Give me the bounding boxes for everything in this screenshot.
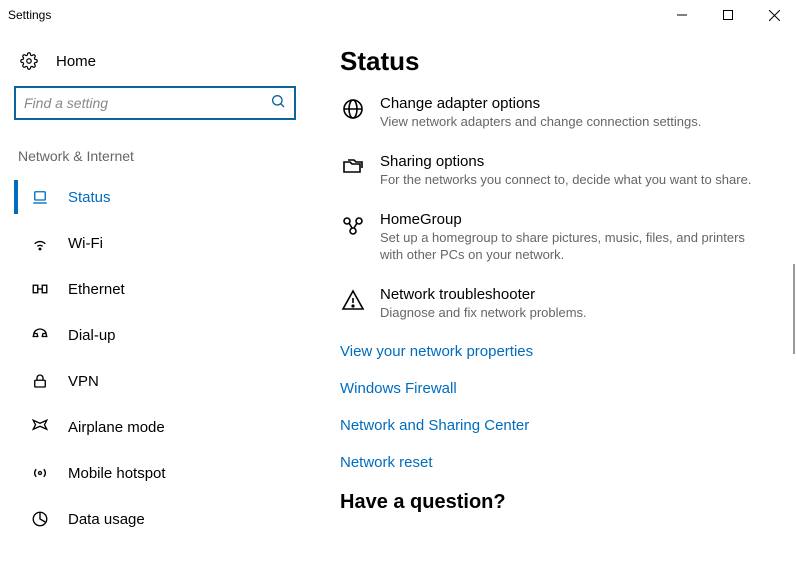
sidebar-item-label: Airplane mode	[68, 419, 165, 436]
gear-icon	[20, 52, 40, 70]
option-troubleshooter[interactable]: Network troubleshooter Diagnose and fix …	[340, 286, 787, 322]
sidebar-item-label: Dial-up	[68, 327, 116, 344]
sidebar-item-hotspot[interactable]: Mobile hotspot	[14, 450, 310, 496]
home-label: Home	[56, 53, 96, 70]
section-header: Network & Internet	[14, 148, 310, 174]
sidebar-item-data-usage[interactable]: Data usage	[14, 496, 310, 542]
window-controls	[659, 0, 797, 30]
folders-icon	[340, 153, 366, 189]
option-title: Network troubleshooter	[380, 286, 587, 303]
option-sharing[interactable]: Sharing options For the networks you con…	[340, 153, 787, 189]
option-change-adapter[interactable]: Change adapter options View network adap…	[340, 95, 787, 131]
option-desc: For the networks you connect to, decide …	[380, 172, 751, 189]
content-pane: Status Change adapter options View netwo…	[310, 30, 797, 561]
option-title: HomeGroup	[380, 211, 760, 228]
link-network-sharing-center[interactable]: Network and Sharing Center	[340, 417, 787, 434]
option-title: Change adapter options	[380, 95, 701, 112]
link-windows-firewall[interactable]: Windows Firewall	[340, 380, 787, 397]
option-title: Sharing options	[380, 153, 751, 170]
sidebar-item-label: Status	[68, 189, 111, 206]
airplane-icon	[30, 418, 50, 436]
link-network-properties[interactable]: View your network properties	[340, 343, 787, 360]
option-desc: View network adapters and change connect…	[380, 114, 701, 131]
search-input[interactable]	[24, 95, 270, 111]
globe-icon	[340, 95, 366, 131]
sidebar-item-wifi[interactable]: Wi-Fi	[14, 220, 310, 266]
dialup-icon	[30, 326, 50, 344]
titlebar: Settings	[0, 0, 797, 30]
ethernet-icon	[30, 280, 50, 298]
have-a-question: Have a question?	[340, 491, 787, 514]
link-network-reset[interactable]: Network reset	[340, 454, 787, 471]
vpn-icon	[30, 372, 50, 390]
sidebar-item-dialup[interactable]: Dial-up	[14, 312, 310, 358]
sidebar-item-ethernet[interactable]: Ethernet	[14, 266, 310, 312]
sidebar-item-vpn[interactable]: VPN	[14, 358, 310, 404]
home-button[interactable]: Home	[14, 46, 310, 86]
option-homegroup[interactable]: HomeGroup Set up a homegroup to share pi…	[340, 211, 787, 264]
nav-list: Status Wi-Fi Ethernet Dial-up	[14, 174, 310, 542]
sidebar-item-label: Wi-Fi	[68, 235, 103, 252]
search-icon	[270, 93, 286, 114]
minimize-button[interactable]	[659, 0, 705, 30]
sidebar-item-label: VPN	[68, 373, 99, 390]
homegroup-icon	[340, 211, 366, 264]
close-button[interactable]	[751, 0, 797, 30]
status-icon	[30, 188, 50, 206]
hotspot-icon	[30, 464, 50, 482]
wifi-icon	[30, 234, 50, 252]
sidebar-item-label: Ethernet	[68, 281, 125, 298]
option-desc: Set up a homegroup to share pictures, mu…	[380, 230, 760, 264]
window-title: Settings	[8, 8, 51, 22]
sidebar-item-status[interactable]: Status	[14, 174, 310, 220]
search-box[interactable]	[14, 86, 296, 120]
sidebar-item-label: Data usage	[68, 511, 145, 528]
sidebar-item-label: Mobile hotspot	[68, 465, 166, 482]
sidebar-item-airplane[interactable]: Airplane mode	[14, 404, 310, 450]
data-usage-icon	[30, 510, 50, 528]
scrollbar[interactable]	[793, 264, 795, 354]
maximize-button[interactable]	[705, 0, 751, 30]
page-title: Status	[340, 46, 787, 77]
warning-icon	[340, 286, 366, 322]
sidebar: Home Network & Internet Status Wi-Fi	[0, 30, 310, 561]
option-desc: Diagnose and fix network problems.	[380, 305, 587, 322]
